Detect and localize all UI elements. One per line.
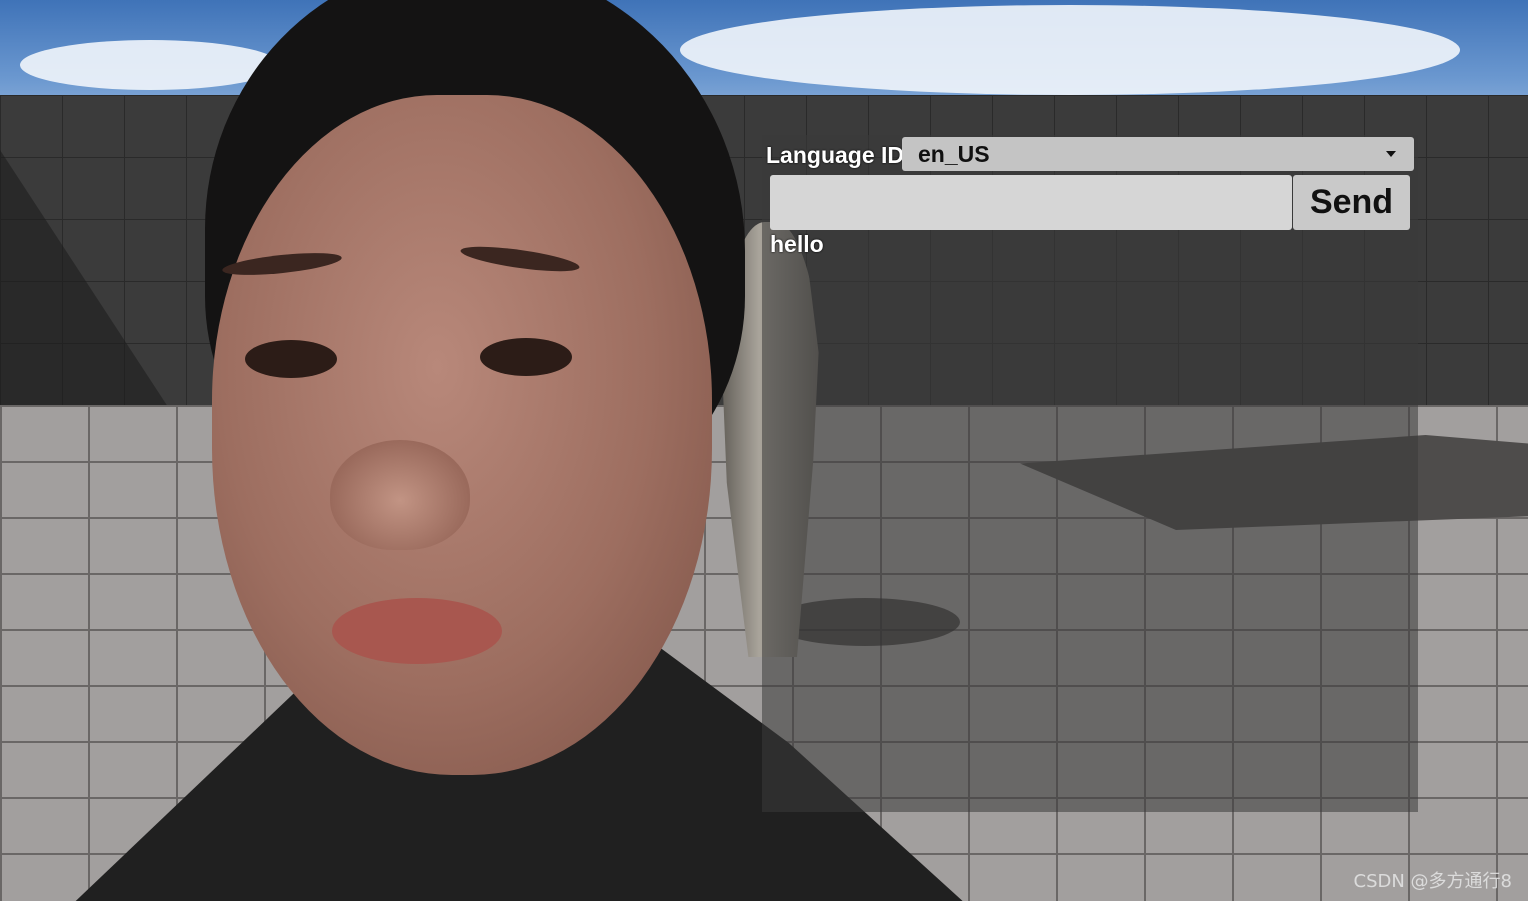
chat-message: hello — [770, 231, 824, 257]
character-lips — [332, 598, 502, 664]
language-dropdown[interactable]: en_US — [902, 137, 1414, 171]
watermark: CSDN @多方通行8 — [1353, 871, 1513, 892]
language-label: Language ID: — [766, 141, 912, 168]
character-face — [212, 95, 712, 775]
language-selected-value: en_US — [918, 140, 990, 167]
cloud — [20, 40, 280, 90]
cloud — [680, 5, 1460, 95]
wall-shadow — [0, 150, 170, 410]
chevron-down-icon — [1386, 151, 1396, 157]
right-eye — [480, 338, 572, 376]
character-nose — [330, 440, 470, 550]
send-button[interactable]: Send — [1293, 175, 1410, 230]
chat-panel: Language ID: en_US Send hello — [762, 135, 1418, 812]
message-input[interactable] — [770, 175, 1292, 230]
left-eye — [245, 340, 337, 378]
language-row: Language ID: — [766, 137, 912, 173]
